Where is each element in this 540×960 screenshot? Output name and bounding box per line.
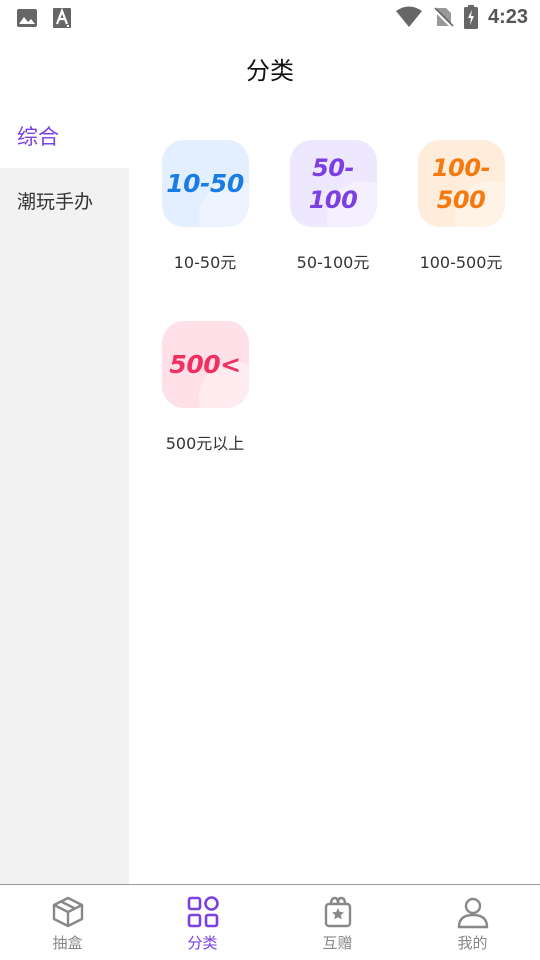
nav-item-gift[interactable]: 互赠 — [270, 885, 405, 960]
bottom-nav: 抽盒 分类 互赠 我的 — [0, 884, 540, 960]
nav-label: 互赠 — [322, 934, 353, 952]
image-icon — [17, 9, 37, 27]
grid-item-label: 10-50元 — [173, 253, 237, 272]
category-sidebar: 综合 潮玩手办 — [0, 104, 129, 884]
price-tile: 10-50 — [161, 140, 249, 227]
battery-charging-icon — [463, 5, 478, 29]
price-range-500-plus[interactable]: 500< 500元以上 — [141, 321, 269, 454]
tile-text: 50- 100 — [308, 153, 358, 214]
wifi-icon — [395, 6, 422, 27]
tile-text: 500< — [169, 349, 241, 379]
sidebar-item-label: 综合 — [17, 125, 59, 149]
grid-item-label: 500元以上 — [165, 434, 245, 453]
nav-label: 分类 — [187, 934, 218, 952]
price-range-100-500[interactable]: 100- 500 100-500元 — [397, 140, 525, 273]
price-tile: 50- 100 — [289, 140, 377, 227]
price-range-10-50[interactable]: 10-50 10-50元 — [141, 140, 269, 273]
text-a-icon — [53, 7, 71, 28]
sidebar-item-label: 潮玩手办 — [17, 190, 94, 213]
nav-item-category[interactable]: 分类 — [135, 885, 270, 960]
status-bar: 4:23 — [0, 0, 540, 36]
user-icon — [457, 897, 488, 929]
category-grid: 10-50 10-50元 50- 100 50-100元 100- 500 100-… — [129, 104, 540, 884]
tile-text: 100- 500 — [431, 153, 491, 214]
status-time: 4:23 — [487, 5, 528, 28]
grid-item-label: 50-100元 — [296, 253, 370, 272]
header: 分类 — [0, 36, 540, 100]
price-tile: 100- 500 — [417, 140, 505, 227]
price-range-50-100[interactable]: 50- 100 50-100元 — [269, 140, 397, 273]
tile-text: 10-50 — [166, 168, 244, 198]
box-icon — [52, 896, 83, 928]
nav-label: 抽盒 — [52, 934, 83, 952]
nav-item-blind-box[interactable]: 抽盒 — [0, 885, 135, 960]
no-sim-icon — [432, 7, 454, 28]
gift-icon — [324, 896, 351, 928]
price-tile: 500< — [161, 321, 249, 408]
grid-item-label: 100-500元 — [419, 253, 503, 272]
page-title: 分类 — [246, 56, 294, 85]
sidebar-item-general[interactable]: 综合 — [0, 104, 129, 168]
nav-label: 我的 — [457, 934, 488, 952]
nav-item-mine[interactable]: 我的 — [405, 885, 540, 960]
grid-icon — [187, 896, 219, 928]
sidebar-item-figures[interactable]: 潮玩手办 — [0, 168, 129, 232]
